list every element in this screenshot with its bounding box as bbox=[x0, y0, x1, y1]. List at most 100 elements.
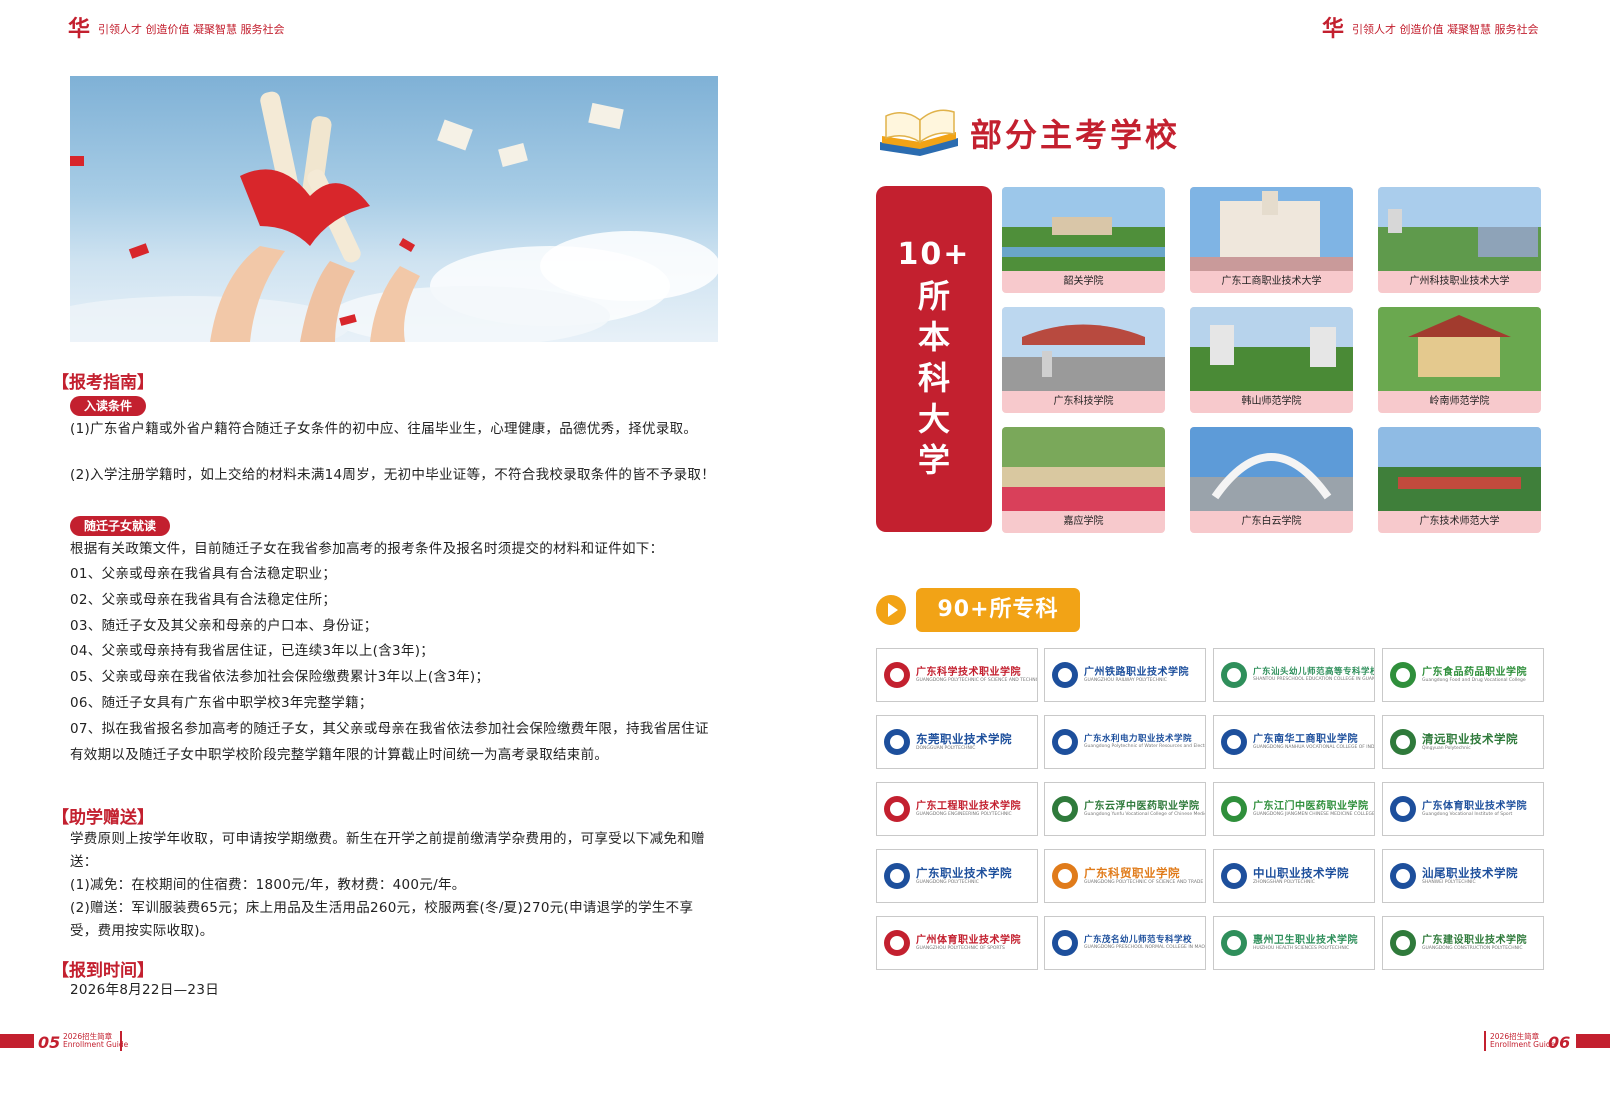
college-name-cn: 广东科贸职业学院 bbox=[1084, 865, 1180, 880]
college-emblem-icon bbox=[884, 796, 910, 822]
footer-guide-right: 2026招生简章 Enrollment Guide bbox=[1490, 1033, 1555, 1049]
college-name-cn: 广州铁路职业技术学院 bbox=[1084, 666, 1189, 678]
college-logo: 广州体育职业技术学院 GUANGZHOU POLYTECHNIC OF SPORT… bbox=[876, 916, 1038, 970]
university-name: 广东科技学院 bbox=[1053, 396, 1114, 407]
report-section-title: 【报到时间】 bbox=[52, 961, 154, 981]
college-logo-text: 惠州卫生职业技术学院 HUIZHOU HEALTH SCIENCES POLYTE… bbox=[1253, 935, 1358, 952]
aid-section-title: 【助学赠送】 bbox=[52, 808, 154, 828]
college-name-cn: 中山职业技术学院 bbox=[1253, 865, 1349, 880]
college-logo-text: 广州铁路职业技术学院 GUANGZHOU RAILWAY POLYTECHNIC bbox=[1084, 667, 1189, 684]
university-card: 岭南师范学院 bbox=[1378, 307, 1541, 413]
list-item: 02、父亲或母亲在我省具有合法稳定住所； bbox=[70, 591, 337, 608]
campus-photo bbox=[1190, 307, 1353, 391]
college-logo: 广东建设职业技术学院 GUANGDONG CONSTRUCTION POLYTEC… bbox=[1382, 916, 1544, 970]
bachelor-char: 学 bbox=[917, 441, 950, 479]
list-item: 05、父亲或母亲在我省依法参加社会保险缴费累计3年以上(含3年)； bbox=[70, 669, 490, 686]
college-logo-text: 东莞职业技术学院 DONGGUAN POLYTECHNIC bbox=[916, 732, 1012, 751]
campus-photo bbox=[1190, 187, 1353, 271]
college-emblem-icon bbox=[1221, 863, 1247, 889]
college-logo-text: 广东食品药品职业学院 Guangdong Food and Drug Vocati… bbox=[1422, 667, 1527, 684]
college-logo-text: 广东体育职业技术学院 Guangdong Vocational Institute… bbox=[1422, 801, 1527, 818]
college-name-en: ZHONGSHAN POLYTECHNIC bbox=[1253, 880, 1315, 886]
page-number-left: 05 bbox=[38, 1033, 61, 1052]
campus-photo bbox=[1378, 307, 1541, 391]
college-name-en: HUIZHOU HEALTH SCIENCES POLYTECHNIC bbox=[1253, 946, 1350, 952]
university-card: 广东工商职业技术大学 bbox=[1190, 187, 1353, 293]
college-logo: 汕尾职业技术学院 SHANWEI POLYTECHNIC bbox=[1382, 849, 1544, 903]
list-item: 06、随迁子女具有广东省中职学校3年完整学籍； bbox=[70, 694, 373, 711]
college-logo: 东莞职业技术学院 DONGGUAN POLYTECHNIC bbox=[876, 715, 1038, 769]
college-logo: 广东茂名幼儿师范专科学校 GUANGDONG PRESCHOOL NORMAL C… bbox=[1044, 916, 1206, 970]
college-name-cn: 广东南华工商职业学院 bbox=[1253, 733, 1358, 745]
university-name: 广东技术师范大学 bbox=[1419, 516, 1500, 527]
migrant-requirements-list: 01、父亲或母亲在我省具有合法稳定职业； 02、父亲或母亲在我省具有合法稳定住所… bbox=[70, 562, 720, 768]
college-name-cn: 广东江门中医药职业学院 bbox=[1253, 800, 1369, 812]
bachelor-char: 所 bbox=[917, 277, 950, 315]
college-name-en: GUANGDONG POLYTECHNIC OF SCIENCE AND TRA… bbox=[1084, 880, 1204, 886]
university-name: 广州科技职业技术大学 bbox=[1409, 276, 1510, 287]
college-emblem-icon bbox=[1221, 729, 1247, 755]
college-count-badge: 90+所专科 bbox=[916, 588, 1080, 632]
brand-logo: 华 bbox=[68, 16, 91, 42]
college-emblem-icon bbox=[1390, 729, 1416, 755]
college-logo: 广州铁路职业技术学院 GUANGZHOU RAILWAY POLYTECHNIC bbox=[1044, 648, 1206, 702]
college-name-en: GUANGDONG JIANGMEN CHINESE MEDICINE COLL… bbox=[1253, 812, 1375, 818]
college-emblem-icon bbox=[1390, 796, 1416, 822]
college-name-cn: 广东科学技术职业学院 bbox=[916, 666, 1021, 678]
campus-photo bbox=[1378, 427, 1541, 511]
college-logo-text: 广东工程职业技术学院 GUANGDONG ENGINEERING POLYTECH… bbox=[916, 801, 1021, 818]
university-card: 韶关学院 bbox=[1002, 187, 1165, 293]
entry-conditions-pill: 入读条件 bbox=[70, 396, 147, 416]
college-name-cn: 广州体育职业技术学院 bbox=[916, 934, 1021, 946]
college-name-en: SHANTOU PRESCHOOL EDUCATION COLLEGE IN G… bbox=[1253, 677, 1375, 683]
college-name-en: Guangdong Vocational Institute of Sport bbox=[1422, 812, 1513, 818]
college-emblem-icon bbox=[1221, 930, 1247, 956]
college-logo-text: 广东南华工商职业学院 GUANGDONG NANHUA VOCATIONAL CO… bbox=[1253, 733, 1374, 751]
aid-intro: 学费原则上按学年收取，可申请按学期缴费。新生在开学之前提前缴清学杂费用的，可享受… bbox=[70, 831, 705, 870]
college-logo: 广东食品药品职业学院 Guangdong Food and Drug Vocati… bbox=[1382, 648, 1544, 702]
bachelor-char: 本 bbox=[917, 318, 950, 356]
college-name-en: GUANGDONG POLYTECHNIC OF SCIENCE AND TEC… bbox=[916, 678, 1038, 684]
college-emblem-icon bbox=[1052, 729, 1078, 755]
brand-logo: 华 bbox=[1322, 16, 1345, 42]
entry-condition-2: (2)入学注册学籍时，如上交给的材料未满14周岁，无初中毕业证等，不符合我校录取… bbox=[70, 467, 715, 483]
college-logo: 惠州卫生职业技术学院 HUIZHOU HEALTH SCIENCES POLYTE… bbox=[1213, 916, 1375, 970]
college-logo: 中山职业技术学院 ZHONGSHAN POLYTECHNIC bbox=[1213, 849, 1375, 903]
college-name-en: GUANGDONG PRESCHOOL NORMAL COLLEGE IN MA… bbox=[1084, 945, 1206, 951]
college-name-cn: 广东茂名幼儿师范专科学校 bbox=[1084, 934, 1193, 945]
bachelor-label: 所 本 科 大 学 bbox=[918, 276, 950, 481]
college-name-cn: 广东工程职业技术学院 bbox=[916, 800, 1021, 812]
graduation-photo bbox=[70, 76, 718, 342]
university-card: 韩山师范学院 bbox=[1190, 307, 1353, 413]
header-left: 华 引领人才 创造价值 凝聚智慧 服务社会 bbox=[68, 18, 285, 40]
college-name-cn: 惠州卫生职业技术学院 bbox=[1253, 934, 1358, 946]
university-name: 广东工商职业技术大学 bbox=[1221, 276, 1322, 287]
footer-guide-left: 2026招生简章 Enrollment Guide bbox=[63, 1033, 128, 1049]
college-name-en: Guangdong Yunfu Vocational College of Ch… bbox=[1084, 812, 1206, 818]
college-emblem-icon bbox=[884, 863, 910, 889]
college-name-cn: 广东水利电力职业技术学院 bbox=[1084, 733, 1193, 744]
college-name-cn: 广东汕头幼儿师范高等专科学校 bbox=[1253, 666, 1375, 677]
college-emblem-icon bbox=[1390, 863, 1416, 889]
college-name-cn: 广东建设职业技术学院 bbox=[1422, 934, 1527, 946]
aid-item-2: (2)赠送：军训服装费65元；床上用品及生活用品260元，校服两套(冬/夏)27… bbox=[70, 900, 694, 939]
college-emblem-icon bbox=[1390, 930, 1416, 956]
college-logo-text: 广东科贸职业学院 GUANGDONG POLYTECHNIC OF SCIENCE… bbox=[1084, 865, 1204, 886]
college-name-en: Guangdong Polytechnic of Water Resources… bbox=[1084, 744, 1205, 750]
aid-item-1: (1)减免：在校期间的住宿费：1800元/年，教材费：400元/年。 bbox=[70, 877, 466, 893]
migrant-children-pill: 随迁子女就读 bbox=[70, 516, 171, 536]
college-name-cn: 汕尾职业技术学院 bbox=[1422, 865, 1518, 880]
campus-photo bbox=[1002, 427, 1165, 511]
college-emblem-icon bbox=[1052, 662, 1078, 688]
campus-photo bbox=[1002, 307, 1165, 391]
college-logo-text: 汕尾职业技术学院 SHANWEI POLYTECHNIC bbox=[1422, 865, 1518, 885]
entry-condition-1: (1)广东省户籍或外省户籍符合随迁子女条件的初中应、往届毕业生，心理健康，品德优… bbox=[70, 421, 698, 437]
footer-guide-en: Enrollment Guide bbox=[1490, 1040, 1556, 1049]
footer-bar-right bbox=[1576, 1034, 1610, 1048]
campus-photo bbox=[1190, 427, 1353, 511]
college-logo-text: 广东汕头幼儿师范高等专科学校 SHANTOU PRESCHOOL EDUCATIO… bbox=[1253, 666, 1375, 683]
college-logo-text: 广东江门中医药职业学院 GUANGDONG JIANGMEN CHINESE ME… bbox=[1253, 800, 1375, 818]
college-logo-text: 广东水利电力职业技术学院 Guangdong Polytechnic of Wat… bbox=[1084, 733, 1205, 750]
college-logo: 广东职业技术学院 GUANGDONG POLYTECHNIC bbox=[876, 849, 1038, 903]
university-card: 嘉应学院 bbox=[1002, 427, 1165, 533]
